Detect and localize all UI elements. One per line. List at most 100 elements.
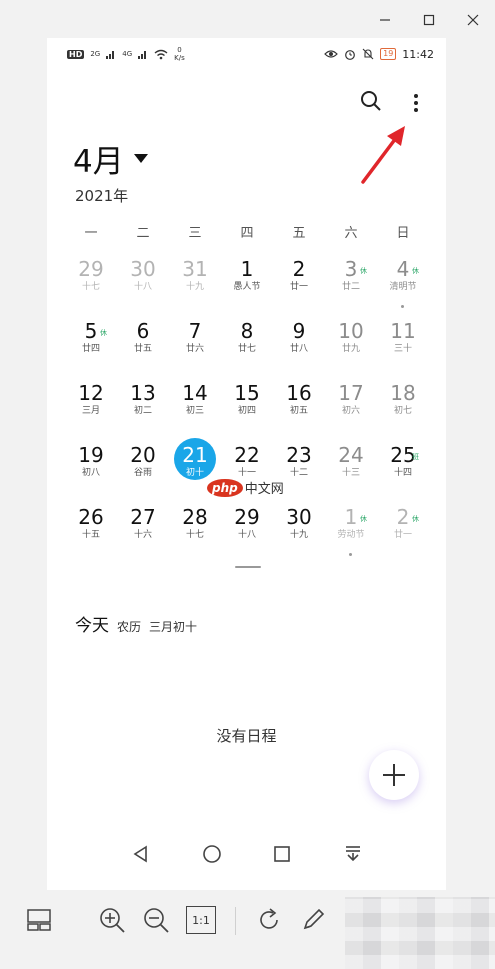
day-number: 3 <box>344 257 358 281</box>
calendar-day[interactable]: 8 廿七 <box>221 318 273 380</box>
calendar-day[interactable]: 3 廿二休 <box>325 256 377 318</box>
calendar-day[interactable]: 2 廿一 <box>273 256 325 318</box>
zoom-in-icon[interactable] <box>96 904 128 936</box>
holiday-badge: 休 <box>412 515 419 523</box>
calendar-day[interactable]: 18 初七 <box>377 380 429 442</box>
calendar-day[interactable]: 31 十九 <box>169 256 221 318</box>
lunar-label: 初二 <box>133 406 152 416</box>
battery-icon: 19 <box>380 48 397 60</box>
day-number: 1 <box>240 257 254 281</box>
home-icon[interactable] <box>202 844 222 868</box>
calendar-day[interactable]: 26 十五 <box>65 504 117 566</box>
day-number: 31 <box>182 257 208 281</box>
thumbnail-view-icon[interactable] <box>24 905 54 935</box>
calendar-day[interactable]: 28 十七 <box>169 504 221 566</box>
calendar-day[interactable]: 15 初四 <box>221 380 273 442</box>
watermark-text: 中文网 <box>244 482 284 497</box>
calendar-day[interactable]: 16 初五 <box>273 380 325 442</box>
lunar-label: 十八 <box>237 530 256 540</box>
calendar-day[interactable]: 14 初三 <box>169 380 221 442</box>
calendar-day[interactable]: 30 十九 <box>273 504 325 566</box>
calendar-day[interactable]: 6 廿五 <box>117 318 169 380</box>
weekday-label: 日 <box>396 226 410 241</box>
drag-handle[interactable] <box>235 566 261 568</box>
calendar-day[interactable]: 9 廿八 <box>273 318 325 380</box>
more-options-icon[interactable] <box>408 94 424 112</box>
calendar-day[interactable]: 30 十八 <box>117 256 169 318</box>
calendar-day[interactable]: 27 十六 <box>117 504 169 566</box>
lunar-label: 初四 <box>237 406 256 416</box>
calendar-day[interactable]: 12 三月 <box>65 380 117 442</box>
system-nav-bar <box>131 844 363 868</box>
day-number: 21 <box>182 443 208 467</box>
calendar-day[interactable]: 25 十四班 <box>377 442 429 504</box>
lunar-prefix: 农历 <box>117 620 142 634</box>
day-number: 23 <box>286 443 312 467</box>
network-2g-label: 2G <box>90 50 101 58</box>
day-number: 6 <box>136 319 150 343</box>
alarm-icon <box>345 50 356 60</box>
lunar-label: 十七 <box>81 282 100 292</box>
day-number: 24 <box>338 443 364 467</box>
edit-pencil-icon[interactable] <box>298 905 328 935</box>
day-number: 15 <box>234 381 260 405</box>
add-event-button[interactable] <box>369 750 419 800</box>
day-number: 19 <box>78 443 104 467</box>
calendar-day[interactable]: 10 廿九 <box>325 318 377 380</box>
weekday-label: 三 <box>188 226 202 241</box>
phone-screen: HD 2G 4G 0 K/s 19 11:42 4月 2021年 一 二 三 四… <box>47 38 446 890</box>
actual-size-button[interactable]: 1:1 <box>186 906 216 934</box>
calendar-day[interactable]: 24 十三 <box>325 442 377 504</box>
image-thumbnail[interactable] <box>345 897 495 969</box>
calendar-day[interactable]: 7 廿六 <box>169 318 221 380</box>
day-number: 13 <box>130 381 156 405</box>
calendar-day[interactable]: 4 清明节 休 <box>377 256 429 318</box>
lunar-label: 初七 <box>393 406 412 416</box>
weekday-label: 四 <box>240 226 254 241</box>
actual-size-label: 1:1 <box>192 913 210 927</box>
calendar-day[interactable]: 13 初二 <box>117 380 169 442</box>
lunar-label: 廿九 <box>341 344 360 354</box>
minimize-icon[interactable] <box>377 12 393 28</box>
search-icon[interactable] <box>360 90 382 116</box>
day-number: 27 <box>130 505 156 529</box>
day-number: 2 <box>396 505 410 529</box>
calendar-day[interactable]: 19 初八 <box>65 442 117 504</box>
signal-icon <box>106 51 115 59</box>
battery-level: 19 <box>380 48 397 60</box>
calendar-day[interactable]: 11 三十 <box>377 318 429 380</box>
today-summary: 今天 农历 三月初十 <box>75 611 197 636</box>
lunar-label: 愚人节 <box>233 282 261 292</box>
status-time: 11:42 <box>402 47 434 61</box>
signal-icon <box>138 51 147 59</box>
back-icon[interactable] <box>131 844 151 868</box>
lunar-label: 初六 <box>341 406 360 416</box>
lunar-label: 十九 <box>289 530 308 540</box>
maximize-icon[interactable] <box>421 12 437 28</box>
lunar-label: 三十 <box>393 344 412 354</box>
recents-icon[interactable] <box>272 844 292 868</box>
calendar-day[interactable]: 5 廿四休 <box>65 318 117 380</box>
close-icon[interactable] <box>465 12 481 28</box>
weekday-label: 五 <box>292 226 306 241</box>
watermark: php 中文网 <box>207 478 284 497</box>
day-number: 1 <box>344 505 358 529</box>
calendar-day[interactable]: 29 十七 <box>65 256 117 318</box>
lunar-label: 初五 <box>289 406 308 416</box>
plus-icon <box>383 764 405 786</box>
month-selector[interactable]: 4月 <box>73 136 148 181</box>
zoom-out-icon[interactable] <box>140 904 172 936</box>
lunar-label: 谷雨 <box>133 468 152 478</box>
calendar-grid: 29 十七 30 十八 31 十九 1 愚人节 2 廿一 3 廿二休 4 清明节休 5 廿四休 6 廿五 7 廿六 8 廿… <box>65 256 429 566</box>
calendar-day[interactable]: 29 十八 <box>221 504 273 566</box>
lunar-label: 廿七 <box>237 344 256 354</box>
calendar-day[interactable]: 2 廿一休 <box>377 504 429 566</box>
calendar-day[interactable]: 1 劳动节 休 <box>325 504 377 566</box>
calendar-day[interactable]: 1 愚人节 <box>221 256 273 318</box>
wifi-icon <box>154 49 168 59</box>
notification-down-icon[interactable] <box>343 844 363 868</box>
rotate-icon[interactable] <box>254 905 284 935</box>
calendar-day[interactable]: 20 谷雨 <box>117 442 169 504</box>
toolbar-divider <box>235 907 236 935</box>
calendar-day[interactable]: 17 初六 <box>325 380 377 442</box>
